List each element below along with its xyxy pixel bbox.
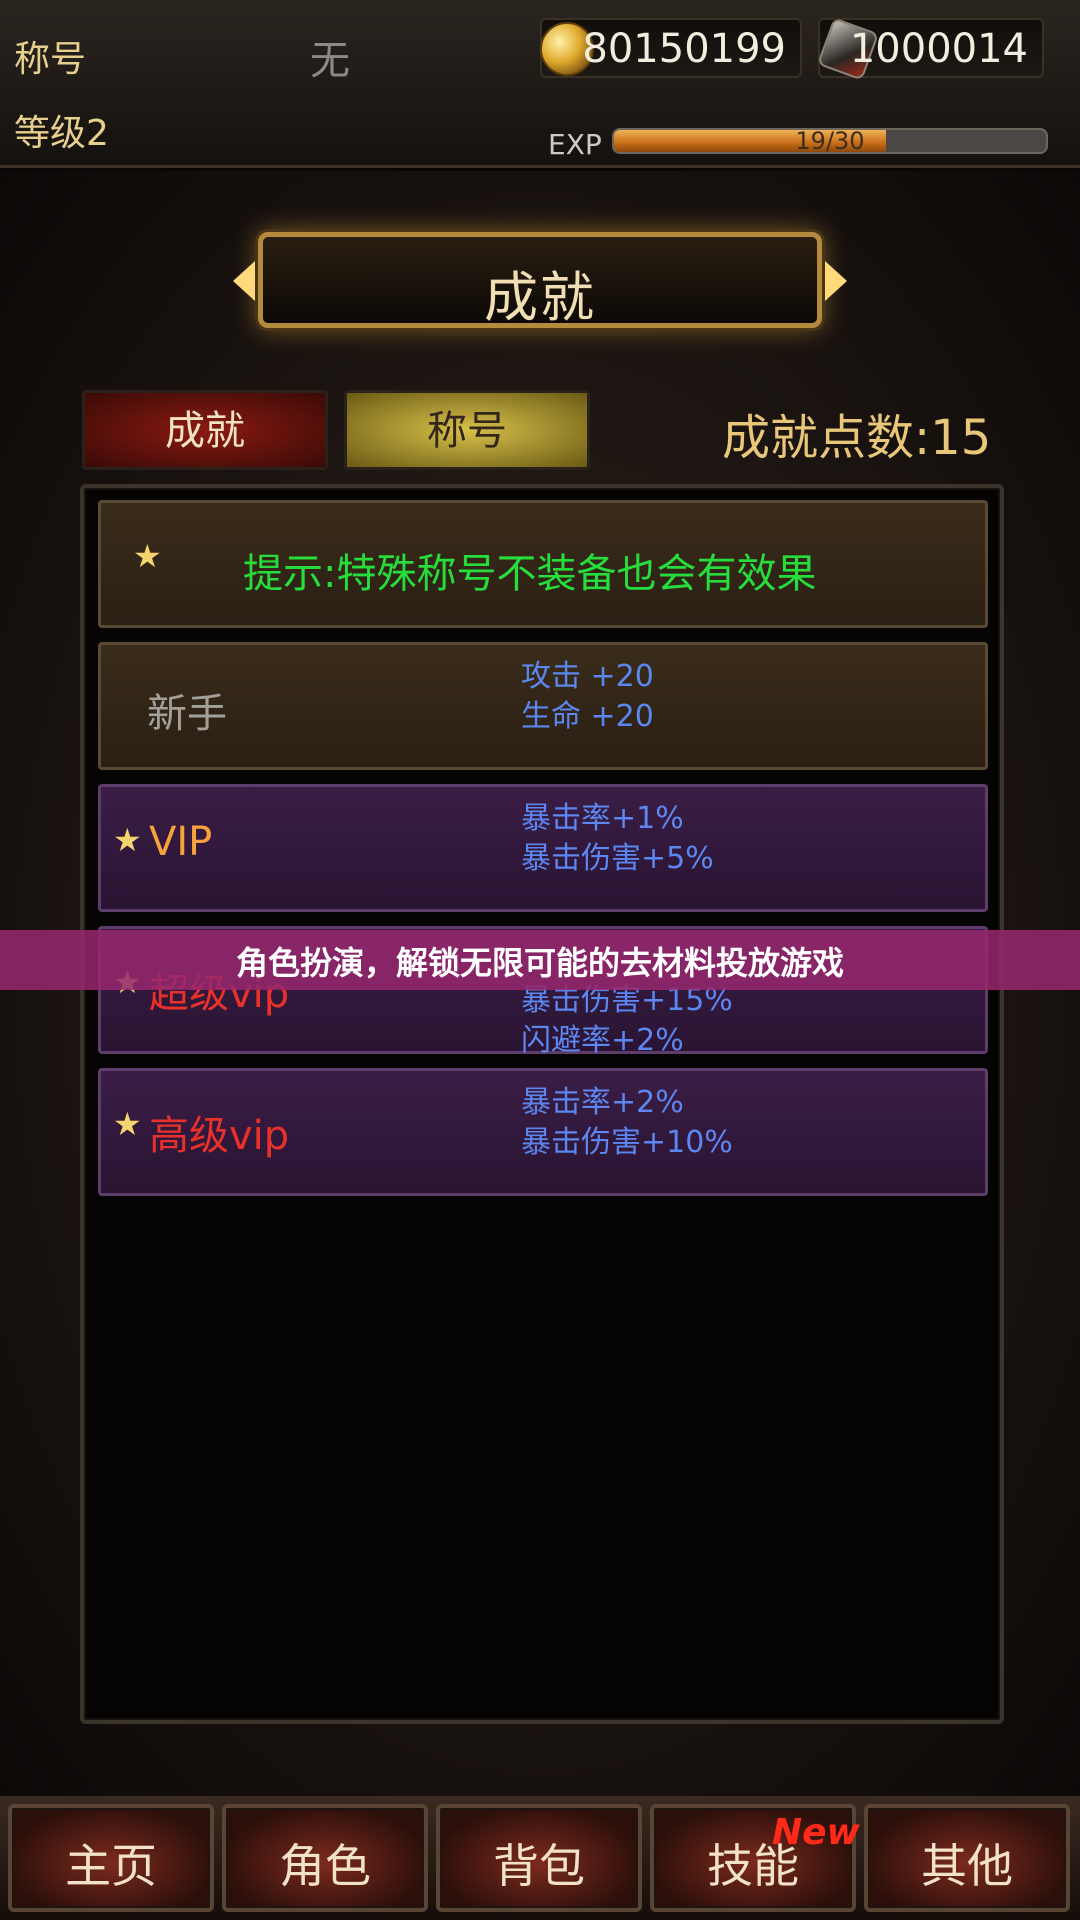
nav-label: 角色 [279,1839,371,1893]
nav-character-button[interactable]: 角色 [222,1804,428,1912]
bonus-line: 暴击伤害+10% [521,1125,733,1160]
exp-label: EXP [548,128,602,161]
title-label: 称号 [14,39,87,80]
bonus-line: 暴击率+1% [521,801,684,836]
bonus-line: 攻击 +20 [521,659,654,694]
new-badge: New [772,1812,860,1853]
tab-title[interactable]: 称号 [344,390,590,470]
achievement-points: 成就点数:15 [722,410,992,466]
title-name: 高级vip [149,1113,290,1159]
exp-text: 19/30 [795,128,865,154]
bonus-line: 闪避率+2% [521,1023,684,1058]
star-icon: ★ [133,537,162,575]
caption-overlay: 角色扮演，解锁无限可能的去材料投放游戏 [0,930,1080,990]
level-label: 等级2 [14,113,109,154]
nav-label: 其他 [921,1839,1013,1893]
gem-counter: 1000014 [816,17,1044,81]
bottom-navigation: 主页 角色 背包 技能 其他 [0,1796,1080,1920]
title-row-vip[interactable]: ★ VIP 暴击率+1% 暴击伤害+5% [98,784,988,912]
status-bar: 称号 无 等级2 80150199 1000014 EXP 19/30 [0,0,1080,168]
hint-text: 提示:特殊称号不装备也会有效果 [243,551,817,597]
title-bonuses: 攻击 +20 生命 +20 [521,657,654,737]
title-value: 无 [310,38,350,84]
star-icon: ★ [113,1105,142,1143]
title-row-advanced-vip[interactable]: ★ 高级vip 暴击率+2% 暴击伤害+10% [98,1068,988,1196]
nav-other-button[interactable]: 其他 [864,1804,1070,1912]
exp-bar: 19/30 [612,128,1048,154]
title-bonuses: 暴击率+2% 暴击伤害+10% [521,1083,733,1163]
nav-label: 主页 [65,1839,157,1893]
nav-home-button[interactable]: 主页 [8,1804,214,1912]
title-name: VIP [149,819,213,865]
hint-row: ★ 提示:特殊称号不装备也会有效果 [98,500,988,628]
page-title: 成就 [484,266,596,329]
caption-text: 角色扮演，解锁无限可能的去材料投放游戏 [235,944,844,982]
bonus-line: 生命 +20 [521,699,654,734]
title-bonuses: 暴击伤害+15% 闪避率+2% [521,981,733,1061]
gold-counter: 80150199 [540,18,802,78]
page-banner: 成就 [233,232,847,329]
tab-achievement[interactable]: 成就 [82,390,328,470]
title-row-novice[interactable]: 新手 攻击 +20 生命 +20 [98,642,988,770]
bonus-line: 暴击率+2% [521,1085,684,1120]
nav-label: 背包 [493,1839,585,1893]
bonus-line: 暴击伤害+5% [521,841,714,876]
title-name: 新手 [147,691,227,737]
nav-bag-button[interactable]: 背包 [436,1804,642,1912]
banner-left-ornament [233,261,255,301]
star-icon: ★ [113,821,142,859]
gem-amount: 1000014 [849,26,1028,72]
title-bonuses: 暴击率+1% 暴击伤害+5% [521,799,714,879]
banner-right-ornament [825,261,847,301]
gold-amount: 80150199 [582,26,786,72]
